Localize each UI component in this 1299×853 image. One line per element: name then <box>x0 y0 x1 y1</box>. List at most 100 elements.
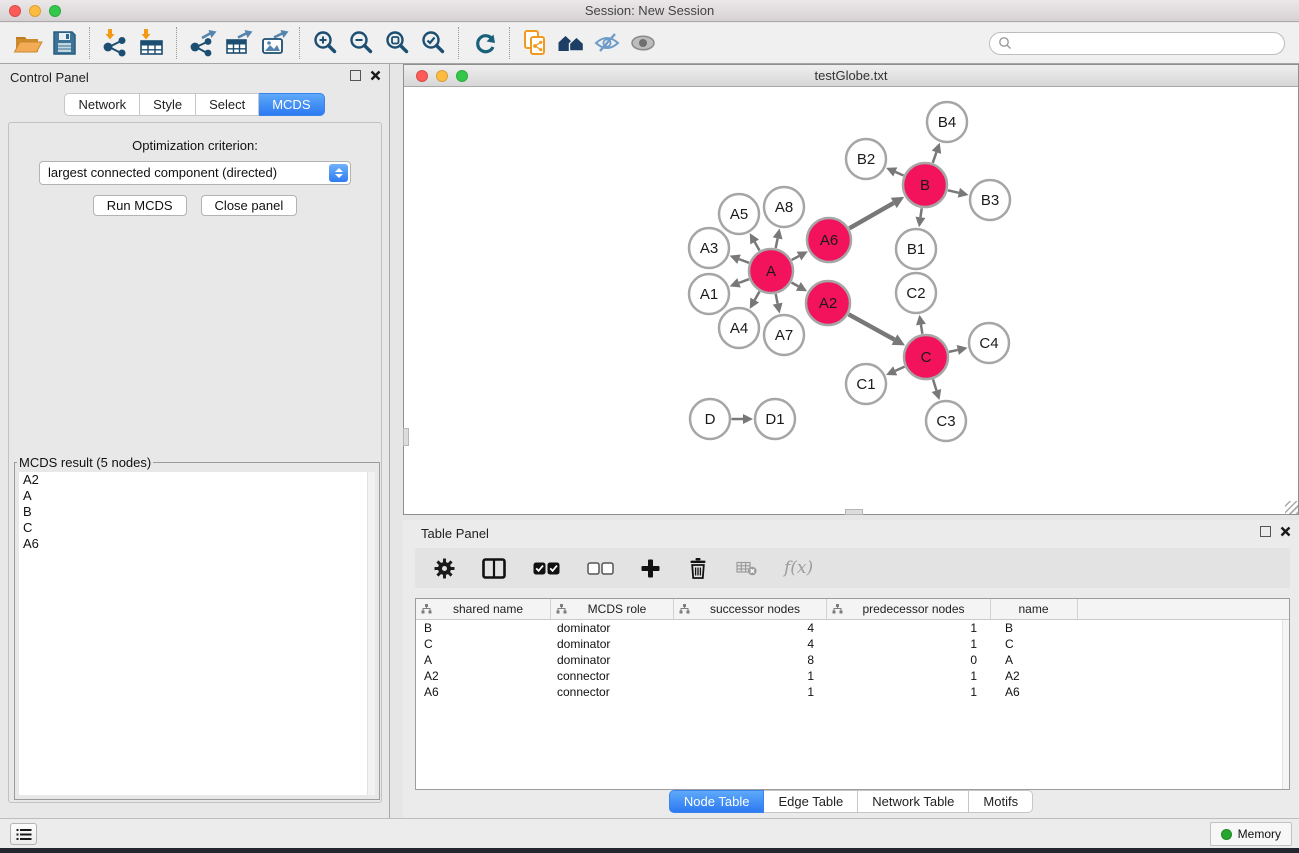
function-builder-button[interactable]: f(x) <box>784 558 813 578</box>
zoom-selected-button[interactable] <box>415 27 451 59</box>
graph-node-B[interactable]: B <box>903 163 947 207</box>
network-window-titlebar[interactable]: testGlobe.txt <box>404 65 1298 87</box>
tab-network-table[interactable]: Network Table <box>858 790 969 813</box>
close-panel-button[interactable]: Close panel <box>201 195 298 216</box>
svg-text:C2: C2 <box>906 285 925 302</box>
deselect-all-rows-button[interactable] <box>587 562 614 575</box>
import-table-button[interactable] <box>133 27 169 59</box>
tab-node-table[interactable]: Node Table <box>669 790 765 813</box>
column-header-mcds-role[interactable]: MCDS role <box>551 599 674 619</box>
graph-node-C[interactable]: C <box>904 335 948 379</box>
table-row-a6[interactable]: A6connector11A6 <box>416 684 1289 700</box>
graph-node-A2[interactable]: A2 <box>806 281 850 325</box>
graph-node-B2[interactable]: B2 <box>846 139 886 179</box>
export-image-button[interactable] <box>256 27 292 59</box>
open-file-button[interactable] <box>10 27 46 59</box>
zoom-out-button[interactable] <box>343 27 379 59</box>
graph-node-D1[interactable]: D1 <box>755 399 795 439</box>
graph-node-C3[interactable]: C3 <box>926 401 966 441</box>
vertical-scrollbar-thumb[interactable] <box>403 428 409 446</box>
save-session-button[interactable] <box>46 27 82 59</box>
table-row-c[interactable]: Cdominator41C <box>416 636 1289 652</box>
graph-node-A[interactable]: A <box>749 249 793 293</box>
first-neighbors-button[interactable] <box>553 27 589 59</box>
table-settings-button[interactable] <box>434 558 455 579</box>
delete-column-button[interactable] <box>687 557 709 580</box>
graph-node-A6[interactable]: A6 <box>807 218 851 262</box>
network-window-title: testGlobe.txt <box>404 65 1298 86</box>
export-table-button[interactable] <box>220 27 256 59</box>
minimize-window-button[interactable] <box>29 5 41 17</box>
dropdown-stepper-icon[interactable] <box>329 164 348 182</box>
zoom-in-button[interactable] <box>307 27 343 59</box>
result-list-scrollbar[interactable] <box>367 472 375 795</box>
cell: 1 <box>827 620 991 636</box>
horizontal-scrollbar-thumb[interactable] <box>845 509 863 515</box>
result-item-c[interactable]: C <box>19 520 375 536</box>
show-columns-button[interactable] <box>482 558 506 579</box>
search-input[interactable] <box>1017 36 1276 50</box>
column-header-successor-nodes[interactable]: successor nodes <box>674 599 827 619</box>
graph-node-A5[interactable]: A5 <box>719 194 759 234</box>
memory-button[interactable]: Memory <box>1210 822 1292 846</box>
graph-node-A8[interactable]: A8 <box>764 187 804 227</box>
column-header-shared-name[interactable]: shared name <box>416 599 551 619</box>
graph-node-A4[interactable]: A4 <box>719 308 759 348</box>
plus-icon <box>641 559 660 578</box>
graph-node-C2[interactable]: C2 <box>896 273 936 313</box>
table-row-b[interactable]: Bdominator41B <box>416 620 1289 636</box>
resize-handle[interactable] <box>1285 501 1298 514</box>
result-item-b[interactable]: B <box>19 504 375 520</box>
column-header-name[interactable]: name <box>991 599 1078 619</box>
result-item-a[interactable]: A <box>19 488 375 504</box>
tab-edge-table[interactable]: Edge Table <box>764 790 858 813</box>
mcds-result-list[interactable]: A2ABCA6 <box>19 472 375 795</box>
delete-table-button[interactable] <box>736 560 757 576</box>
graph-node-A1[interactable]: A1 <box>689 274 729 314</box>
result-item-a2[interactable]: A2 <box>19 472 375 488</box>
task-history-button[interactable] <box>10 823 37 845</box>
run-mcds-button[interactable]: Run MCDS <box>93 195 187 216</box>
clone-network-button[interactable] <box>517 27 553 59</box>
tab-style[interactable]: Style <box>140 93 196 116</box>
close-window-button[interactable] <box>9 5 21 17</box>
add-column-button[interactable] <box>641 559 660 578</box>
optimization-criterion-dropdown[interactable]: largest connected component (directed) <box>39 161 351 185</box>
network-canvas[interactable]: B4 B2 B B3 A5A8A6 A3 A B1 A1 C2 A2 A4A7 C4 C C1 C3 D D1 <box>404 88 1298 514</box>
table-row-a[interactable]: Adominator80A <box>416 652 1289 668</box>
graph-node-D[interactable]: D <box>690 399 730 439</box>
result-item-a6[interactable]: A6 <box>19 536 375 552</box>
float-table-panel-icon[interactable] <box>1260 526 1271 537</box>
tab-network[interactable]: Network <box>64 93 140 116</box>
graph-node-B1[interactable]: B1 <box>896 229 936 269</box>
import-network-button[interactable] <box>97 27 133 59</box>
graph-node-C1[interactable]: C1 <box>846 364 886 404</box>
export-network-button[interactable] <box>184 27 220 59</box>
graph-node-A7[interactable]: A7 <box>764 315 804 355</box>
svg-text:B: B <box>920 177 930 194</box>
main-toolbar <box>0 23 1299 64</box>
network-minimize-button[interactable] <box>436 70 448 82</box>
tab-motifs[interactable]: Motifs <box>969 790 1033 813</box>
close-table-panel-icon[interactable] <box>1280 526 1291 537</box>
hide-selected-button[interactable] <box>589 27 625 59</box>
refresh-button[interactable] <box>466 27 502 59</box>
tab-mcds[interactable]: MCDS <box>259 93 324 116</box>
close-panel-icon[interactable] <box>370 70 381 81</box>
graph-node-C4[interactable]: C4 <box>969 323 1009 363</box>
show-all-button[interactable] <box>625 27 661 59</box>
graph-node-B3[interactable]: B3 <box>970 180 1010 220</box>
column-header-predecessor-nodes[interactable]: predecessor nodes <box>827 599 991 619</box>
zoom-fit-button[interactable] <box>379 27 415 59</box>
graph-node-A3[interactable]: A3 <box>689 228 729 268</box>
graph-node-B4[interactable]: B4 <box>927 102 967 142</box>
network-close-button[interactable] <box>416 70 428 82</box>
search-field[interactable] <box>989 32 1285 55</box>
network-zoom-button[interactable] <box>456 70 468 82</box>
float-panel-icon[interactable] <box>350 70 361 81</box>
table-row-a2[interactable]: A2connector11A2 <box>416 668 1289 684</box>
tab-select[interactable]: Select <box>196 93 259 116</box>
zoom-window-button[interactable] <box>49 5 61 17</box>
table-scrollbar[interactable] <box>1282 620 1289 789</box>
select-all-rows-button[interactable] <box>533 562 560 575</box>
